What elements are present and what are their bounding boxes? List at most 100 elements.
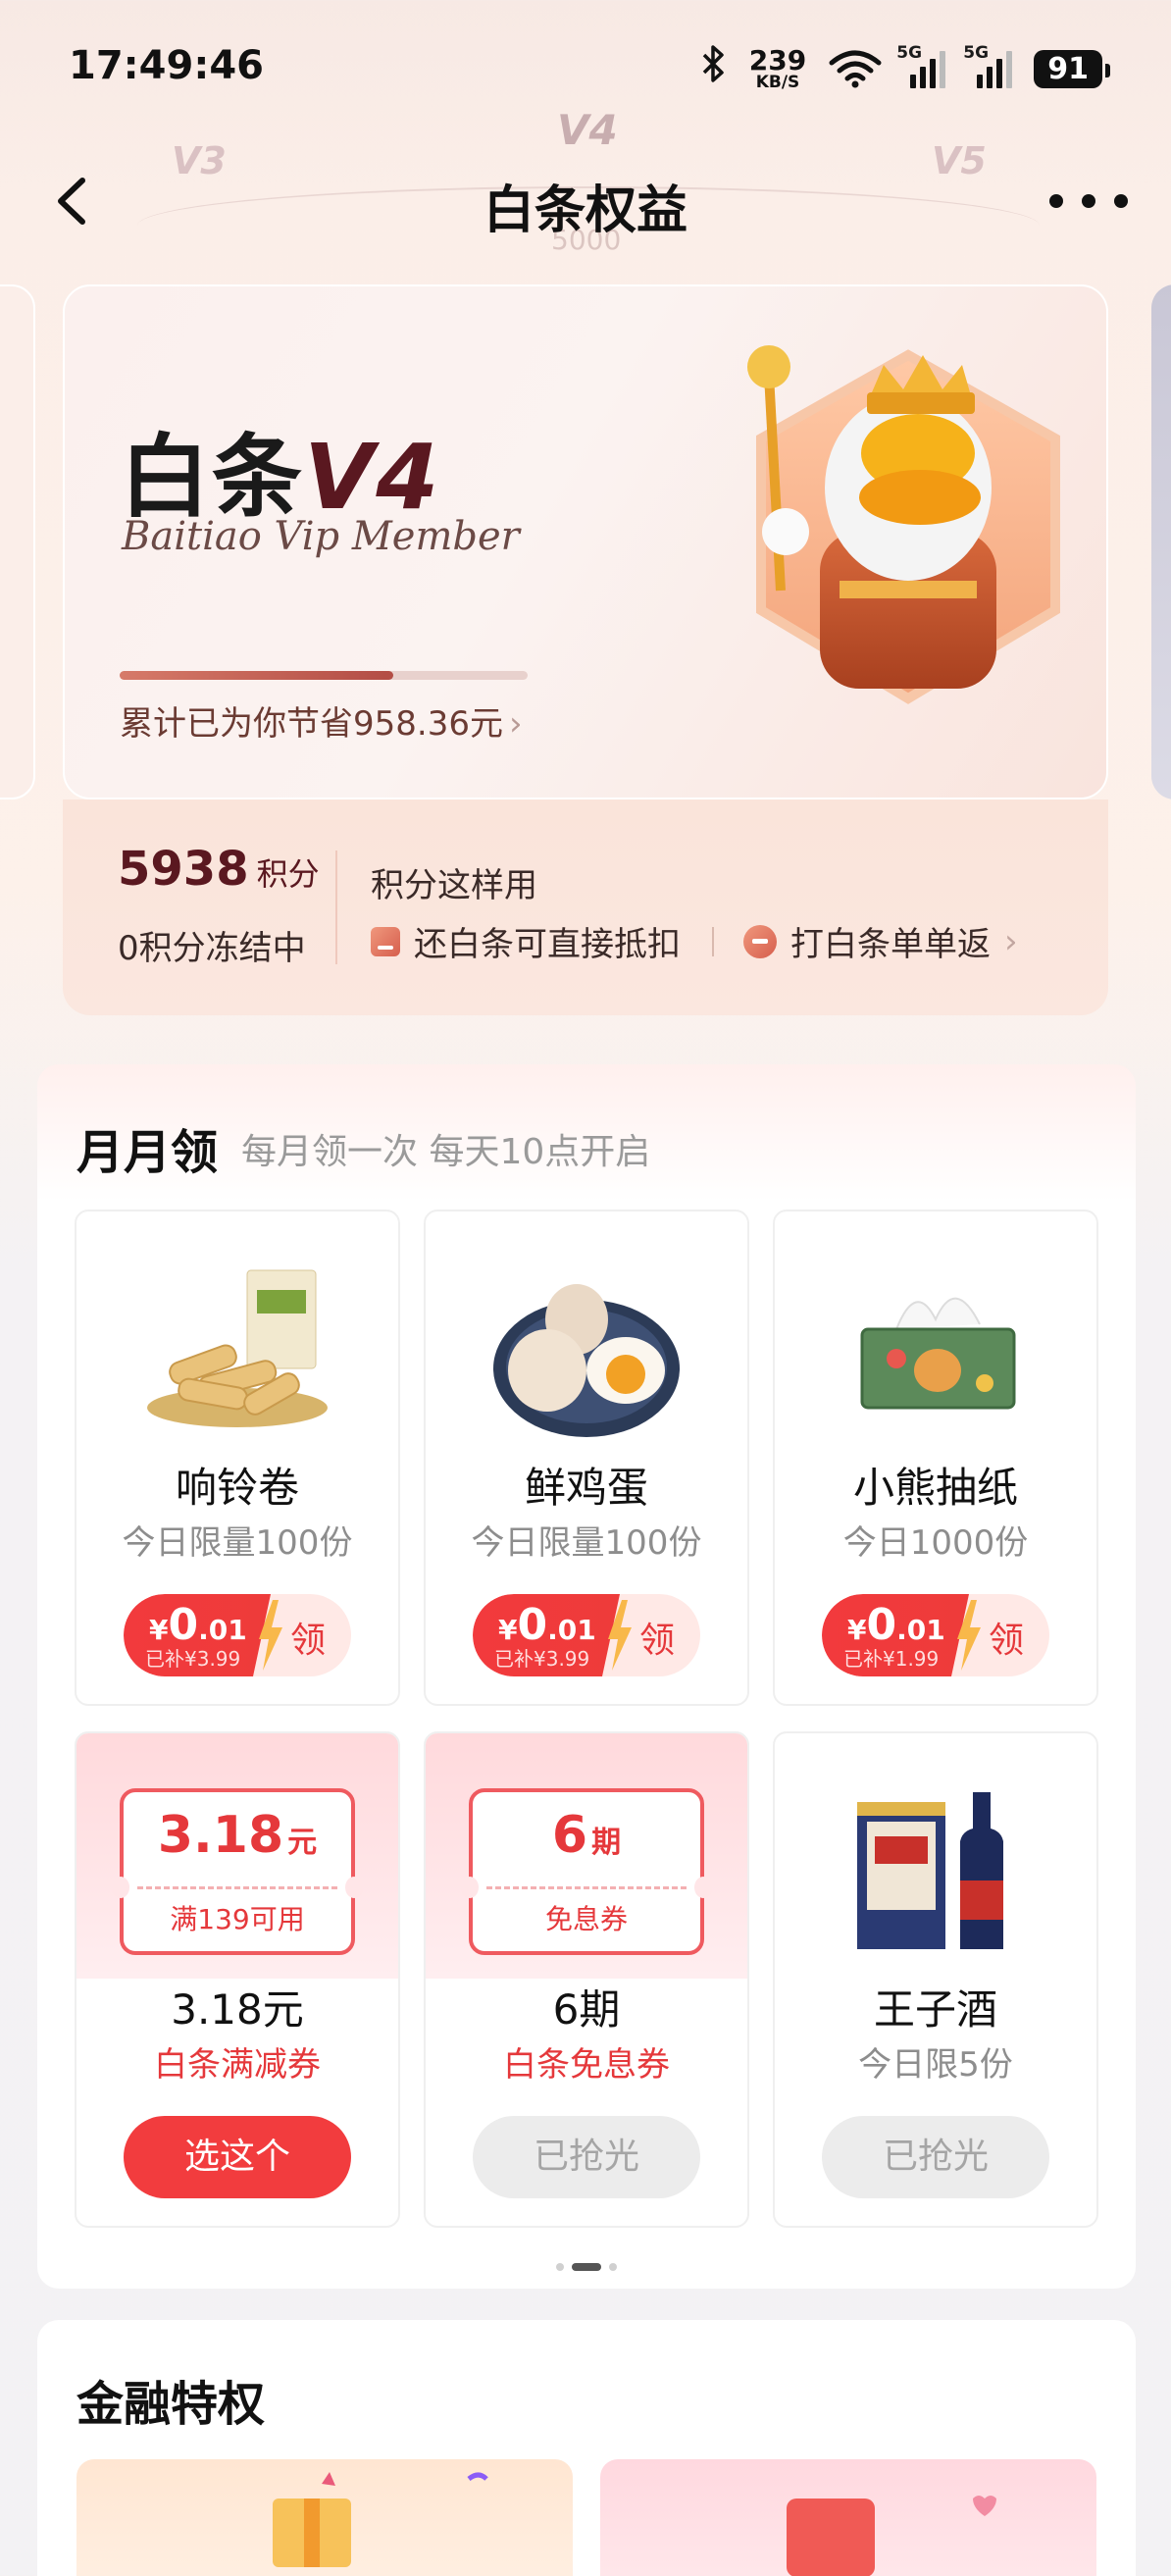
- reward-name: 小熊抽纸: [852, 1464, 1018, 1512]
- repay-label: 还白条可直接抵扣: [414, 925, 681, 964]
- coupon-dash-line: [137, 1886, 337, 1889]
- page-indicator: [37, 2263, 1136, 2271]
- snack-roll-image-icon: [147, 1269, 328, 1427]
- page-title: 白条权益: [483, 181, 687, 240]
- red-envelope-icon: [787, 2496, 996, 2576]
- savings-text: 累计已为你节省958.36元: [120, 704, 503, 744]
- more-dot-icon: [1049, 194, 1063, 208]
- claim-label: 领: [988, 1621, 1024, 1661]
- reward-stock: 今日限量100份: [122, 1523, 353, 1563]
- bluetooth-icon: [700, 43, 728, 94]
- points-usage-repay[interactable]: 还白条可直接抵扣: [371, 917, 681, 965]
- reward-name: 王子酒: [873, 1985, 997, 2034]
- reward-card-discount-coupon[interactable]: 3.18 元 满139可用 3.18元 白条满减券 选这个: [75, 1731, 400, 2228]
- claim-button[interactable]: ¥0.01 已补¥3.99 领: [473, 1594, 700, 1676]
- coupon-notch: [112, 1877, 129, 1898]
- price-symbol: ¥: [847, 1614, 867, 1646]
- signal-icon-2: 5G: [963, 43, 1013, 88]
- reward-name: 6期: [552, 1985, 621, 2034]
- coupon-condition: 满139可用: [170, 1903, 305, 1935]
- claim-label: 领: [289, 1621, 326, 1661]
- points-usage-cashback[interactable]: 打白条单单返 ›: [743, 917, 1018, 965]
- eggs-image-icon: [493, 1284, 680, 1437]
- points-panel[interactable]: 5938 积分 0积分冻结中 积分这样用 还白条可直接抵扣 打白条单单返 ›: [63, 799, 1108, 1015]
- finance-card-left[interactable]: [76, 2459, 573, 2576]
- coupon-unit: 期: [591, 1826, 622, 1860]
- more-dot-icon: [1114, 194, 1128, 208]
- member-level-card[interactable]: 白条V4 Baitiao Vip Member 累计已为你节省958.36元 ›: [63, 284, 1108, 799]
- signal-icon: 5G: [896, 43, 946, 88]
- prev-level-card[interactable]: [0, 284, 35, 799]
- claim-button[interactable]: ¥0.01 已补¥1.99 领: [822, 1594, 1049, 1676]
- coupon-amount: 6: [551, 1806, 588, 1865]
- reward-card-eggs[interactable]: 鲜鸡蛋 今日限量100份 ¥0.01 已补¥3.99 领: [424, 1210, 749, 1706]
- duck-king-badge-icon: [747, 345, 1060, 704]
- nav-header: V3 V4 V5 5000 白条权益: [0, 98, 1171, 256]
- sold-out-button[interactable]: 已抢光: [822, 2116, 1049, 2198]
- status-time: 17:49:46: [69, 43, 264, 88]
- signal-type-2: 5G: [963, 43, 990, 63]
- points-value: 5938 积分: [118, 842, 320, 897]
- page-dot-active: [572, 2263, 601, 2271]
- price-dec: .01: [547, 1614, 596, 1646]
- reward-name: 响铃卷: [175, 1464, 299, 1512]
- reward-card-interest-free-coupon[interactable]: 6期 免息券 6期 白条免息券 已抢光: [424, 1731, 749, 2228]
- price-dec: .01: [896, 1614, 945, 1646]
- finance-privileges-section: 金融特权: [37, 2320, 1136, 2576]
- divider: [712, 927, 714, 956]
- level-progress-fill: [120, 671, 393, 680]
- signal-type: 5G: [896, 43, 923, 63]
- section-subtitle: 每月领一次 每天10点开启: [241, 1132, 651, 1172]
- subsidy-text: 已补¥3.99: [145, 1647, 241, 1671]
- page-dot: [556, 2263, 564, 2271]
- reward-card-tissue[interactable]: 小熊抽纸 今日1000份 ¥0.01 已补¥1.99 领: [773, 1210, 1098, 1706]
- status-icons: 239 KB/S 5G 5G 91: [700, 43, 1110, 94]
- points-frozen: 0积分冻结中: [118, 929, 306, 968]
- coupon-value: 6期: [473, 1806, 700, 1865]
- member-subtitle: Baitiao Vip Member: [122, 514, 520, 559]
- subsidy-text: 已补¥1.99: [843, 1647, 940, 1671]
- reward-stock: 今日限5份: [858, 2045, 1013, 2085]
- points-unit: 积分: [256, 855, 320, 893]
- lightning-icon: [957, 1600, 981, 1671]
- cashback-icon: [743, 924, 777, 958]
- reward-stock: 今日限量100份: [471, 1523, 702, 1563]
- section-title: 月月领: [76, 1125, 219, 1180]
- coupon-unit: 元: [287, 1826, 318, 1860]
- reward-stock: 今日1000份: [842, 1523, 1029, 1563]
- battery-icon: 91: [1034, 49, 1110, 88]
- price-dec: .01: [198, 1614, 247, 1646]
- points-usage-title: 积分这样用: [371, 866, 537, 905]
- more-dot-icon: [1082, 194, 1095, 208]
- savings-link[interactable]: 累计已为你节省958.36元 ›: [120, 696, 523, 745]
- lightning-icon: [259, 1600, 282, 1671]
- points-number: 5938: [118, 842, 249, 897]
- lightning-icon: [608, 1600, 632, 1671]
- speed-unit: KB/S: [755, 72, 800, 92]
- coupon-ticket: 3.18 元 满139可用: [112, 1788, 363, 1955]
- select-button[interactable]: 选这个: [124, 2116, 351, 2198]
- reward-type: 白条免息券: [503, 2045, 670, 2085]
- tissue-box-image-icon: [860, 1297, 1016, 1410]
- subsidy-text: 已补¥3.99: [494, 1647, 590, 1671]
- price-symbol: ¥: [498, 1614, 518, 1646]
- sold-out-button[interactable]: 已抢光: [473, 2116, 700, 2198]
- reward-name: 3.18元: [171, 1985, 304, 2034]
- chevron-right-icon: ›: [1004, 921, 1018, 961]
- next-level-card[interactable]: [1151, 284, 1171, 799]
- finance-card-right[interactable]: [600, 2459, 1096, 2576]
- coupon-notch: [694, 1877, 712, 1898]
- more-button[interactable]: [1049, 186, 1128, 216]
- claim-label: 领: [638, 1621, 675, 1661]
- page-dot: [609, 2263, 617, 2271]
- liquor-bottle-image-icon: [857, 1792, 1003, 1949]
- wifi-icon: [828, 49, 882, 88]
- reward-card-snack[interactable]: 响铃卷 今日限量100份 ¥0.01 已补¥3.99 领: [75, 1210, 400, 1706]
- coupon-ticket: 6期 免息券: [461, 1788, 712, 1955]
- reward-card-liquor[interactable]: 王子酒 今日限5份 已抢光: [773, 1731, 1098, 2228]
- coupon-notch: [345, 1877, 363, 1898]
- coupon-amount: 3.18: [157, 1806, 284, 1865]
- claim-button[interactable]: ¥0.01 已补¥3.99 领: [124, 1594, 351, 1676]
- monthly-rewards-section: 月月领 每月领一次 每天10点开启 响铃卷 今日限量100份 ¥0.01 已补¥…: [37, 1064, 1136, 2289]
- network-speed: 239 KB/S: [749, 46, 806, 92]
